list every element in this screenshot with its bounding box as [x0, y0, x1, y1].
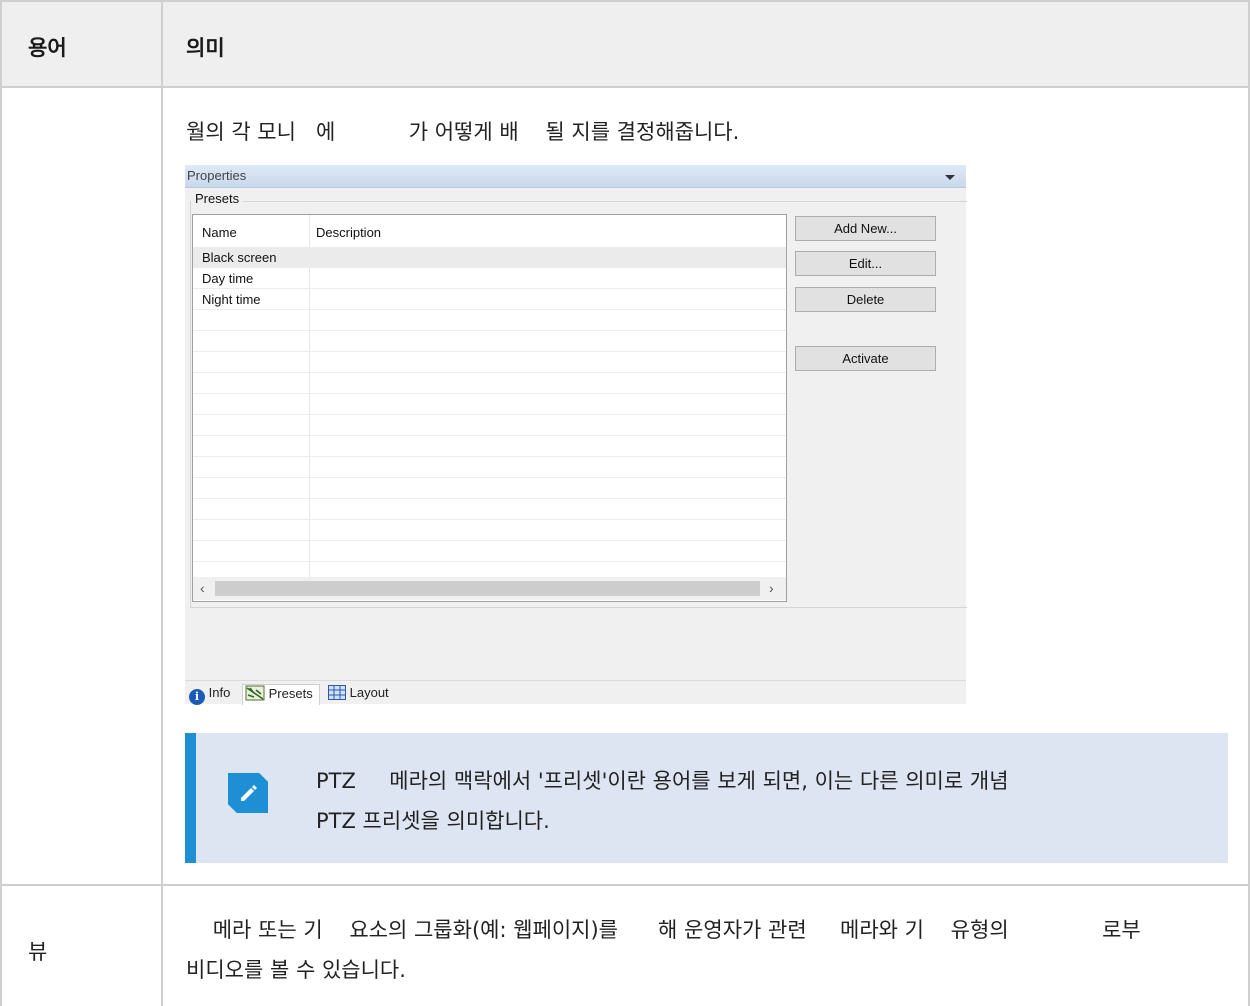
table-header: 용어 의미 [0, 0, 1250, 86]
presets-icon [245, 685, 265, 701]
tab-presets-label: Presets [268, 686, 313, 701]
chevron-down-icon[interactable] [945, 175, 955, 180]
table-border-top [0, 0, 1250, 2]
properties-tabs: i Info Presets Layout [185, 680, 966, 705]
note-callout: PTZ 메라의 맥락에서 '프리셋'이란 용어를 보게 되면, 이는 다른 의미… [185, 733, 1228, 863]
table-divider-row [0, 884, 1250, 886]
table-border-left [0, 0, 2, 1006]
scrollbar-thumb[interactable] [215, 581, 760, 596]
empty-row [193, 478, 786, 499]
empty-row [193, 541, 786, 562]
info-icon: i [189, 689, 205, 705]
row2-term: 뷰 [28, 940, 48, 964]
empty-row [193, 520, 786, 541]
list-item[interactable]: Black screen [193, 247, 786, 268]
list-header: Name Description [193, 215, 786, 247]
empty-row [193, 331, 786, 352]
activate-button[interactable]: Activate [795, 346, 936, 371]
table-column-divider [161, 0, 163, 1006]
edit-button[interactable]: Edit... [795, 251, 936, 276]
properties-screenshot: Properties Presets Name Description Blac… [185, 165, 967, 705]
empty-row [193, 499, 786, 520]
tab-layout[interactable]: Layout [328, 684, 389, 704]
empty-row [193, 352, 786, 373]
tab-info[interactable]: i Info [189, 684, 231, 705]
empty-row [193, 394, 786, 415]
row2-line-2: 비디오를 볼 수 있습니다. [186, 958, 406, 982]
empty-row [193, 310, 786, 331]
scroll-left-icon[interactable]: ‹ [200, 580, 205, 596]
delete-button[interactable]: Delete [795, 287, 936, 312]
properties-titlebar: Properties [185, 165, 966, 188]
row1-description: 월의 각 모니 에 가 어떻게 배 될 지를 결정해줍니다. [186, 120, 740, 144]
row2-line-1: 메라 또는 기 요소의 그룹화(예: 웹페이지)를 해 운영자가 관련 메라와 … [186, 918, 1141, 942]
pencil-edit-icon [228, 773, 268, 813]
table-divider-header [0, 86, 1250, 88]
grid-layout-icon [328, 685, 346, 700]
note-line-1: PTZ 메라의 맥락에서 '프리셋'이란 용어를 보게 되면, 이는 다른 의미… [316, 769, 1009, 793]
properties-title: Properties [187, 168, 247, 183]
list-item-label: Night time [202, 292, 261, 307]
note-line-2: PTZ 프리셋을 의미합니다. [316, 809, 550, 833]
header-meaning: 의미 [186, 36, 225, 60]
empty-row [193, 415, 786, 436]
column-description[interactable]: Description [316, 225, 381, 240]
header-term: 용어 [28, 36, 67, 60]
term-table: 용어 의미 월의 각 모니 에 가 어떻게 배 될 지를 결정해줍니다. Pro… [0, 0, 1250, 1006]
column-name[interactable]: Name [202, 225, 237, 240]
empty-row [193, 436, 786, 457]
list-item-label: Day time [202, 271, 254, 286]
presets-list[interactable]: Name Description Black screen Day time N… [192, 214, 787, 602]
tab-presets[interactable]: Presets [242, 684, 320, 705]
add-new-button[interactable]: Add New... [795, 216, 936, 241]
horizontal-scrollbar[interactable]: ‹ › [193, 577, 786, 600]
list-item-label: Black screen [202, 250, 277, 265]
scroll-right-icon[interactable]: › [769, 580, 774, 596]
tab-layout-label: Layout [349, 685, 389, 700]
presets-group-label: Presets [191, 191, 244, 206]
tab-info-label: Info [208, 685, 231, 700]
list-item[interactable]: Day time [193, 268, 786, 289]
list-item[interactable]: Night time [193, 289, 786, 310]
empty-row [193, 457, 786, 478]
empty-row [193, 373, 786, 394]
